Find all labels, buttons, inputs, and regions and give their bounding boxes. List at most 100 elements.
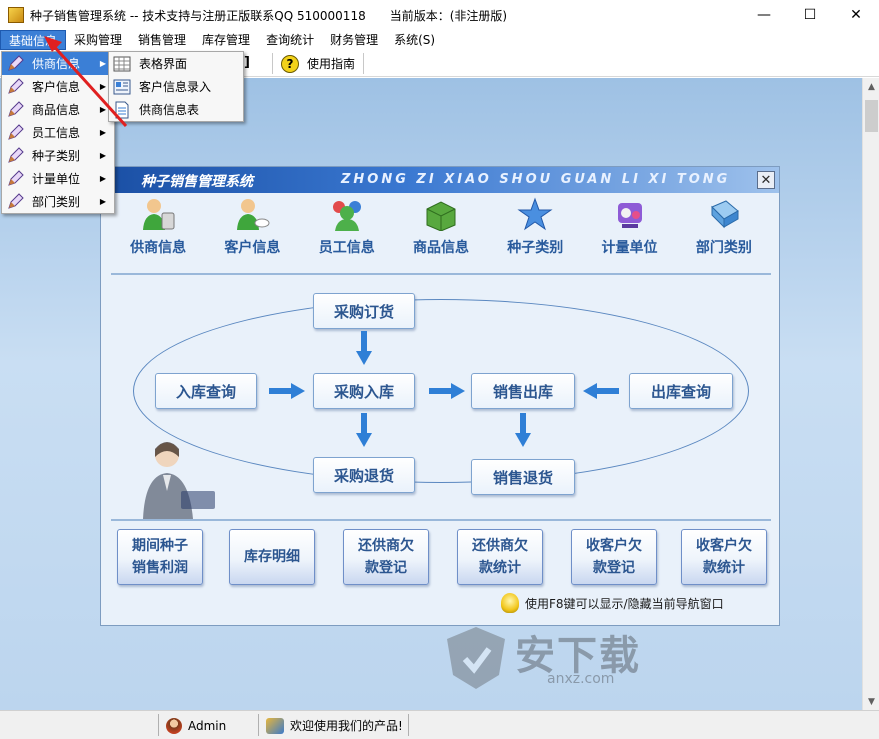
pencil-icon (8, 146, 24, 163)
customer-debt-stats-button[interactable]: 收客户欠 款统计 (681, 529, 767, 585)
unit-icon (617, 203, 642, 228)
purchase-return-button[interactable]: 采购退货 (313, 457, 415, 493)
menu-item-label: 部门类别 (32, 195, 81, 209)
help-button[interactable]: ? 使用指南 (281, 54, 355, 73)
pencil-icon (8, 123, 24, 140)
profit-button[interactable]: 期间种子 销售利润 (117, 529, 203, 585)
user-icon (166, 717, 182, 734)
menu-item-label: 计量单位 (32, 172, 81, 186)
status-message: 欢迎使用我们的产品! (266, 715, 403, 736)
menu-query[interactable]: 查询统计 (258, 30, 322, 50)
receptionist-image (143, 442, 215, 519)
arrow-right-icon (429, 383, 465, 399)
customer-icon (237, 199, 270, 230)
maximize-button[interactable]: ☐ (787, 0, 833, 30)
button-line: 款登记 (593, 560, 635, 576)
nav-label: 部门类别 (695, 240, 752, 256)
scroll-down-icon[interactable]: ▼ (863, 693, 879, 710)
nav-title: 种子销售管理系统 (141, 174, 253, 190)
nav-icon-row: 供商信息 客户信息 员工信息 商品信息 种子类别 计量单位 部门类别 (111, 197, 771, 269)
employee-icon (332, 201, 361, 231)
button-line: 还供商欠 (472, 538, 528, 554)
pencil-icon (8, 100, 24, 117)
menu-item-department[interactable]: 部门类别 ▶ (2, 190, 114, 213)
arrow-down-icon (356, 331, 372, 365)
supplier-debt-register-button[interactable]: 还供商欠 款登记 (343, 529, 429, 585)
supplier-icon (143, 199, 175, 230)
nav-unit[interactable]: 计量单位 (590, 197, 670, 257)
arrow-down-icon (356, 413, 372, 447)
nav-subtitle: ZHONG ZI XIAO SHOU GUAN LI XI TONG (341, 172, 731, 187)
department-icon (710, 200, 739, 229)
stock-in-query-button[interactable]: 入库查询 (155, 373, 257, 409)
button-line: 收客户欠 (586, 538, 642, 554)
menu-bar: 基础信息 采购管理 销售管理 库存管理 查询统计 财务管理 系统(S) (0, 30, 879, 50)
scroll-up-icon[interactable]: ▲ (863, 78, 879, 95)
menu-finance[interactable]: 财务管理 (322, 30, 386, 50)
status-user: Admin (166, 715, 226, 736)
nav-divider (111, 273, 771, 275)
nav-customer[interactable]: 客户信息 (212, 197, 292, 257)
purchase-order-button[interactable]: 采购订货 (313, 293, 415, 329)
minimize-button[interactable]: — (741, 0, 787, 30)
toolbar-separator (272, 53, 273, 74)
nav-label: 员工信息 (318, 240, 375, 256)
nav-header: 种子销售管理系统 ZHONG ZI XIAO SHOU GUAN LI XI T… (101, 167, 779, 193)
app-icon (8, 7, 24, 23)
nav-department[interactable]: 部门类别 (684, 197, 764, 257)
nav-employee[interactable]: 员工信息 (307, 197, 387, 257)
title-bar: 种子销售管理系统 -- 技术支持与注册正版联系QQ 510000118 当前版本… (0, 0, 879, 30)
arrow-left-icon (583, 383, 619, 399)
nav-label: 客户信息 (224, 240, 281, 256)
star-icon (517, 197, 553, 231)
status-separator (258, 714, 259, 736)
nav-label: 供商信息 (130, 240, 187, 256)
menu-item-label: 供商信息表 (139, 103, 200, 117)
menu-sales[interactable]: 销售管理 (130, 30, 194, 50)
menu-item-unit[interactable]: 计量单位 ▶ (2, 167, 114, 190)
chevron-right-icon: ▶ (99, 174, 106, 183)
sales-return-button[interactable]: 销售退货 (471, 459, 575, 495)
nav-label: 商品信息 (412, 240, 469, 256)
chevron-right-icon: ▶ (99, 197, 106, 206)
menu-inventory[interactable]: 库存管理 (194, 30, 258, 50)
toolbar-bracket: ] (244, 55, 250, 70)
help-icon: ? (281, 54, 299, 73)
product-icon (426, 201, 456, 231)
menu-system[interactable]: 系统(S) (386, 30, 443, 50)
pencil-icon (8, 54, 24, 71)
pencil-icon (8, 169, 24, 186)
chevron-right-icon: ▶ (99, 151, 106, 160)
hint-text-row: 使用F8键可以显示/隐藏当前导航窗口 (501, 591, 724, 615)
window-title: 种子销售管理系统 -- 技术支持与注册正版联系QQ 510000118 (30, 8, 366, 23)
close-button[interactable]: ✕ (833, 0, 879, 30)
scroll-thumb[interactable] (865, 100, 878, 132)
arrow-down-icon (515, 413, 531, 447)
purchase-in-button[interactable]: 采购入库 (313, 373, 415, 409)
bottom-button-strip: 期间种子 销售利润 库存明细 还供商欠 款登记 还供商欠 款统计 收客户欠 款登… (111, 519, 771, 589)
sales-out-button[interactable]: 销售出库 (471, 373, 575, 409)
red-arrow-annotation (44, 36, 128, 128)
button-line: 款统计 (703, 560, 745, 576)
stock-out-query-button[interactable]: 出库查询 (629, 373, 733, 409)
button-line: 收客户欠 (696, 538, 752, 554)
pencil-icon (8, 77, 24, 94)
button-line: 销售利润 (132, 560, 188, 576)
status-user-name: Admin (188, 718, 227, 733)
vertical-scrollbar[interactable]: ▲ ▼ (862, 78, 879, 710)
nav-product[interactable]: 商品信息 (401, 197, 481, 257)
menu-item-seed-category[interactable]: 种子类别 ▶ (2, 144, 114, 167)
nav-seed-category[interactable]: 种子类别 (495, 197, 575, 257)
nav-supplier[interactable]: 供商信息 (118, 197, 198, 257)
button-line: 款登记 (365, 560, 407, 576)
supplier-debt-stats-button[interactable]: 还供商欠 款统计 (457, 529, 543, 585)
button-line: 期间种子 (132, 538, 188, 554)
nav-close-button[interactable]: ✕ (757, 171, 775, 189)
products-icon (266, 717, 284, 734)
arrow-right-icon (269, 383, 305, 399)
stock-detail-button[interactable]: 库存明细 (229, 529, 315, 585)
customer-debt-register-button[interactable]: 收客户欠 款登记 (571, 529, 657, 585)
button-line: 库存明细 (244, 549, 300, 565)
nav-label: 种子类别 (507, 240, 564, 256)
nav-label: 计量单位 (601, 240, 658, 256)
